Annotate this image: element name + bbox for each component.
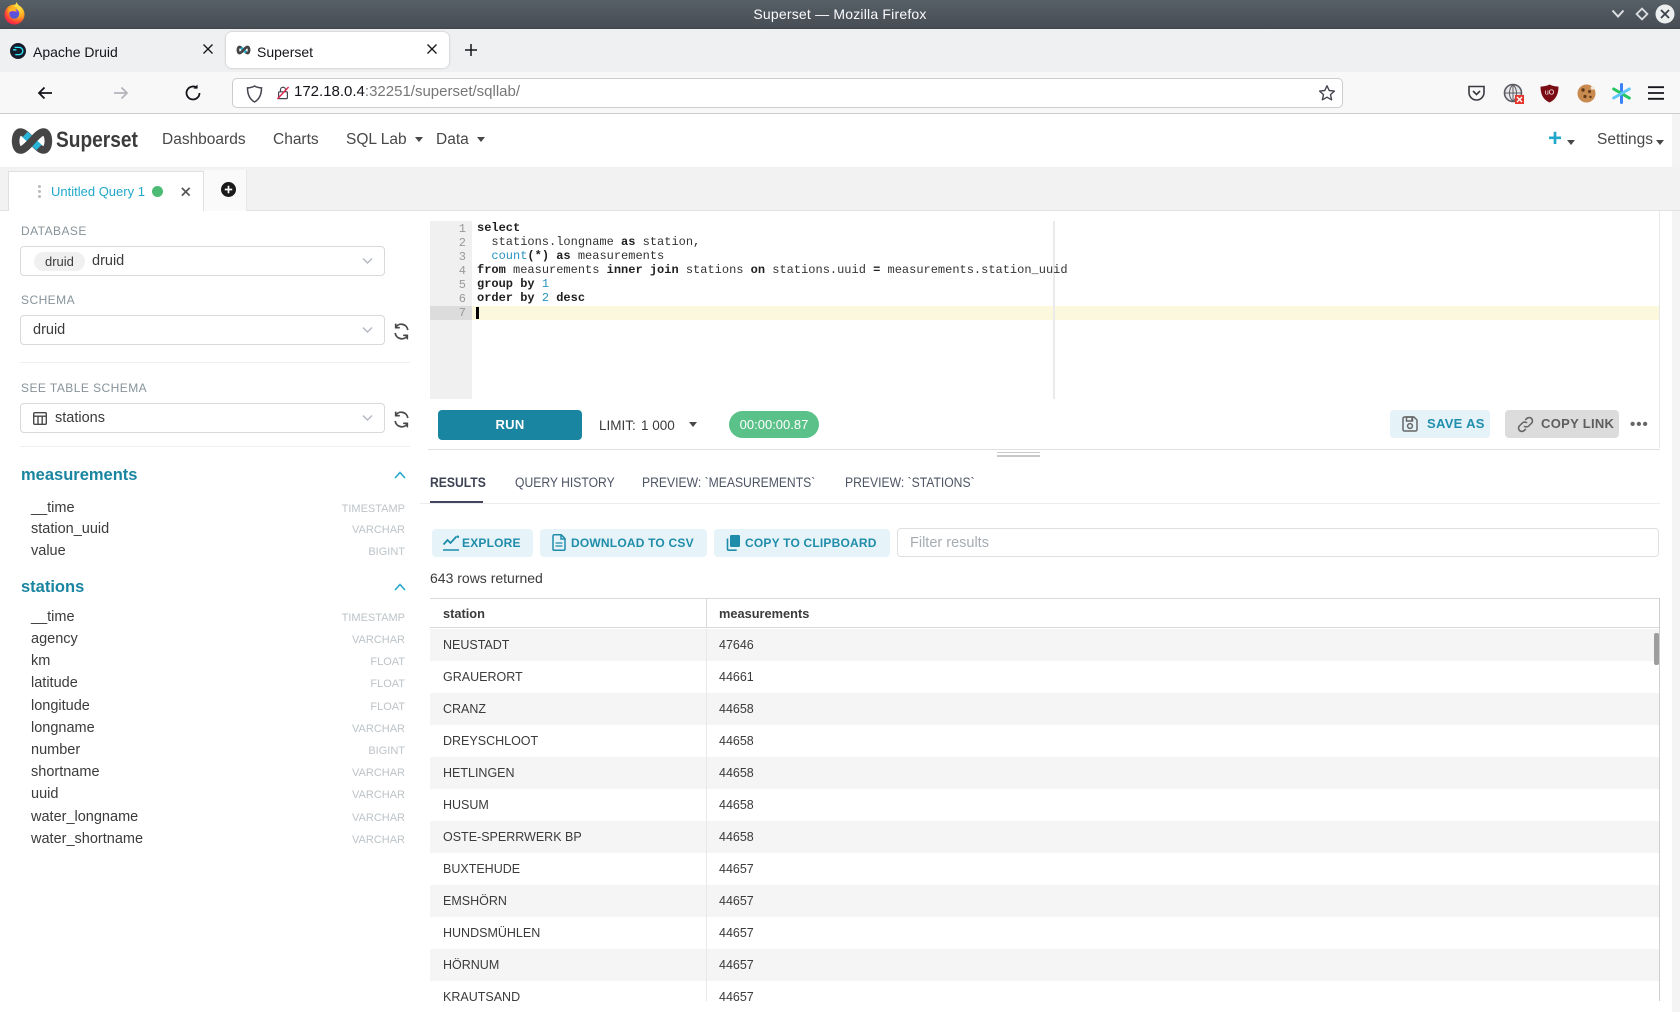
svg-text:uO: uO xyxy=(1545,90,1555,97)
